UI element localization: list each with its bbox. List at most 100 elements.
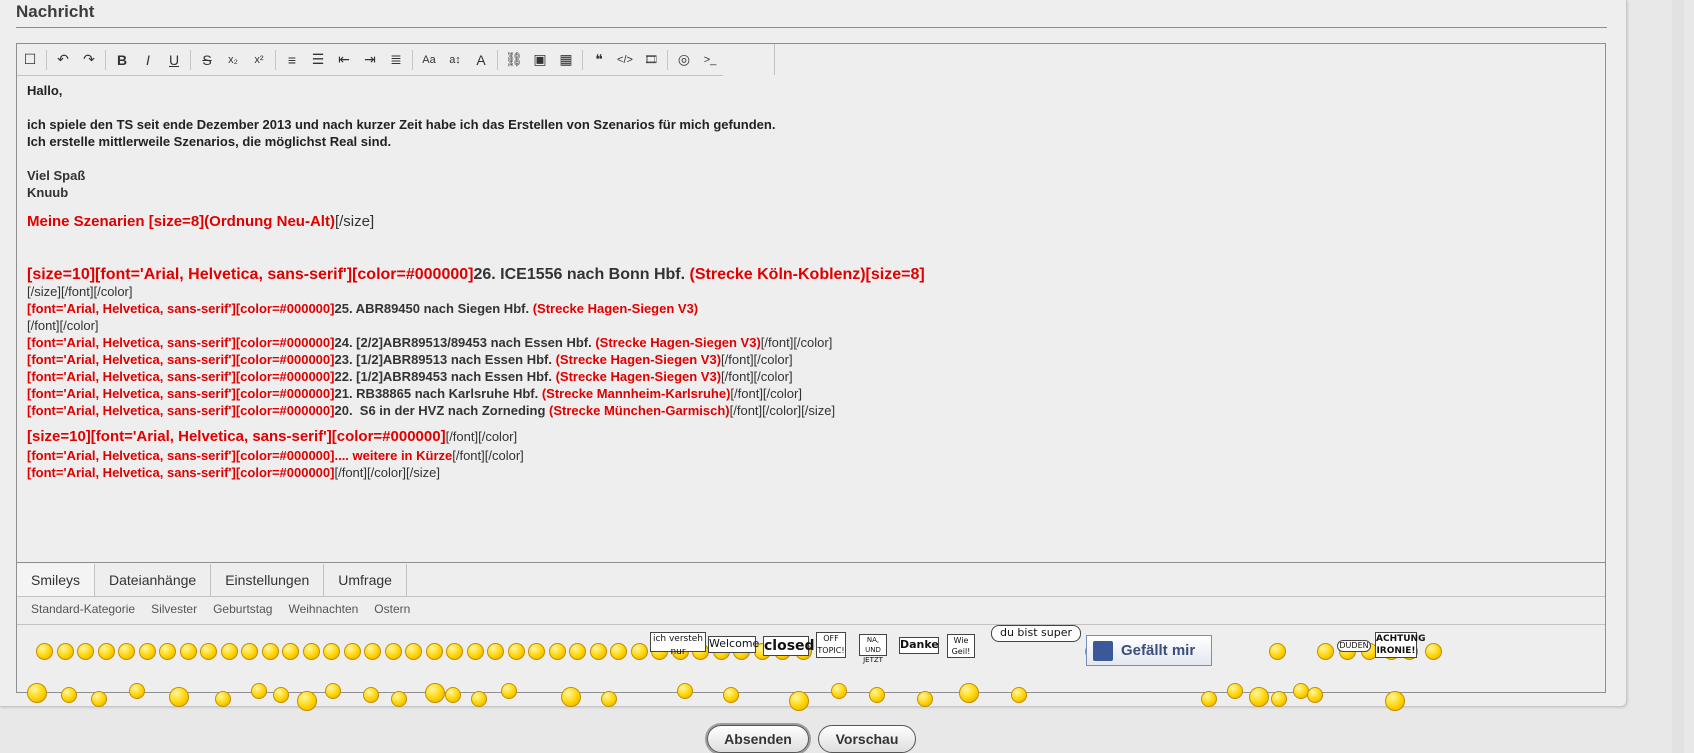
smiley-icon[interactable] [1317, 643, 1334, 660]
smiley-icon[interactable] [1227, 683, 1243, 699]
smiley-icon[interactable] [869, 687, 885, 703]
smiley-icon[interactable] [138, 643, 156, 660]
smiley-icon[interactable] [325, 683, 341, 699]
indent-icon[interactable]: ⇥ [357, 47, 383, 73]
smiley-icon[interactable] [384, 643, 402, 660]
smiley-icon[interactable] [273, 687, 289, 703]
smiley-icon[interactable] [159, 643, 176, 660]
smiley-icon[interactable] [200, 643, 217, 660]
outdent-icon[interactable]: ⇤ [331, 47, 357, 73]
smiley-icon[interactable] [831, 683, 847, 699]
smiley-icon[interactable] [215, 691, 231, 707]
category-easter[interactable]: Ostern [374, 602, 410, 616]
superscript-icon[interactable]: x² [246, 47, 272, 73]
quote-icon[interactable]: ❝ [586, 47, 612, 73]
tab-smileys[interactable]: Smileys [17, 564, 96, 596]
font-size-icon[interactable]: a↕ [442, 47, 468, 73]
smiley-icon[interactable] [1425, 643, 1442, 660]
tab-poll[interactable]: Umfrage [324, 564, 407, 596]
smiley-icon[interactable] [569, 643, 586, 660]
terminal-icon[interactable]: >_ [697, 47, 723, 73]
category-birthday[interactable]: Geburtstag [213, 602, 272, 616]
smiley-icon[interactable] [391, 691, 407, 707]
strikethrough-icon[interactable]: S [194, 47, 220, 73]
smiley-icon[interactable] [61, 687, 77, 703]
undo-icon[interactable]: ↶ [50, 47, 76, 73]
smiley-icon[interactable] [1269, 643, 1286, 660]
smiley-icon[interactable] [343, 643, 361, 660]
link-icon[interactable]: ⛓ [501, 47, 527, 73]
smiley-icon[interactable] [323, 643, 340, 660]
message-textarea[interactable]: Hallo, ich spiele den TS seit ende Dezem… [17, 76, 1605, 563]
preview-button[interactable]: Vorschau [818, 725, 916, 753]
smiley-icon[interactable] [251, 683, 267, 699]
smiley-icon[interactable] [446, 643, 463, 660]
smiley-icon[interactable] [589, 643, 607, 660]
smiley-icon[interactable] [364, 643, 381, 660]
smiley-icon[interactable] [1307, 687, 1323, 703]
smiley-icon[interactable] [959, 683, 979, 703]
sign-closed[interactable]: closed [763, 636, 815, 656]
smiley-icon[interactable] [425, 683, 445, 703]
table-icon[interactable]: ▦ [553, 47, 579, 73]
smiley-icon[interactable] [601, 691, 617, 707]
sign-danke[interactable]: Danke [899, 637, 939, 654]
smiley-icon[interactable] [220, 643, 238, 660]
smiley-icon[interactable] [302, 643, 320, 660]
smiley-icon[interactable] [487, 643, 504, 660]
smiley-icon[interactable] [789, 691, 809, 711]
smiley-icon[interactable] [1011, 687, 1027, 703]
category-standard[interactable]: Standard-Kategorie [31, 602, 135, 616]
sign-ironie[interactable]: ACHTUNG IRONIE! [1375, 632, 1425, 658]
smiley-icon[interactable] [1271, 691, 1287, 707]
sign-duden[interactable]: DUDEN [1337, 640, 1371, 652]
media-icon[interactable]: 🎞 [638, 47, 664, 73]
smiley-icon[interactable] [501, 683, 517, 699]
smiley-icon[interactable] [425, 643, 443, 660]
smiley-icon[interactable] [1385, 691, 1405, 711]
smiley-icon[interactable] [1249, 687, 1269, 707]
sign-dubist[interactable]: du bist super [991, 625, 1081, 642]
font-color-icon[interactable]: A [468, 47, 494, 73]
tab-settings[interactable]: Einstellungen [211, 564, 325, 596]
spoiler-icon[interactable]: ◎ [671, 47, 697, 73]
smiley-icon[interactable] [297, 691, 317, 711]
ordered-list-icon[interactable]: ≡ [279, 47, 305, 73]
smiley-icon[interactable] [548, 643, 566, 660]
sign-wiegeil[interactable]: Wie Geil! [947, 634, 975, 658]
sign-welcome[interactable]: Welcome [708, 636, 759, 653]
redo-icon[interactable]: ↷ [76, 47, 102, 73]
font-family-icon[interactable]: Aa [416, 47, 442, 73]
smiley-icon[interactable] [36, 643, 53, 660]
category-silvester[interactable]: Silvester [151, 602, 197, 616]
smiley-icon[interactable] [677, 683, 693, 699]
bold-icon[interactable]: B [109, 47, 135, 73]
smiley-icon[interactable] [630, 643, 648, 660]
smiley-icon[interactable] [445, 687, 461, 703]
submit-button[interactable]: Absenden [707, 725, 809, 753]
smiley-icon[interactable] [363, 687, 379, 703]
underline-icon[interactable]: U [161, 47, 187, 73]
smiley-icon[interactable] [129, 683, 145, 699]
smiley-icon[interactable] [282, 643, 299, 660]
source-mode-icon[interactable]: ☐ [17, 47, 43, 73]
sign-versteh[interactable]: ich versteh nur [650, 632, 706, 657]
smiley-icon[interactable] [179, 643, 197, 660]
smiley-icon[interactable] [610, 643, 627, 660]
smiley-icon[interactable] [528, 643, 545, 660]
align-icon[interactable]: ≣ [383, 47, 409, 73]
smiley-icon[interactable] [77, 643, 94, 660]
unordered-list-icon[interactable]: ☰ [305, 47, 331, 73]
category-christmas[interactable]: Weihnachten [288, 602, 358, 616]
smiley-icon[interactable] [507, 643, 525, 660]
image-icon[interactable]: ▣ [527, 47, 553, 73]
like-button[interactable]: Gefällt mir [1086, 635, 1212, 666]
smiley-icon[interactable] [405, 643, 422, 660]
smiley-icon[interactable] [241, 643, 258, 660]
smiley-icon[interactable] [471, 691, 487, 707]
smiley-icon[interactable] [118, 643, 135, 660]
code-icon[interactable]: </> [612, 47, 638, 73]
smiley-icon[interactable] [917, 691, 933, 707]
smiley-icon[interactable] [97, 643, 115, 660]
tab-attachments[interactable]: Dateianhänge [95, 564, 212, 596]
